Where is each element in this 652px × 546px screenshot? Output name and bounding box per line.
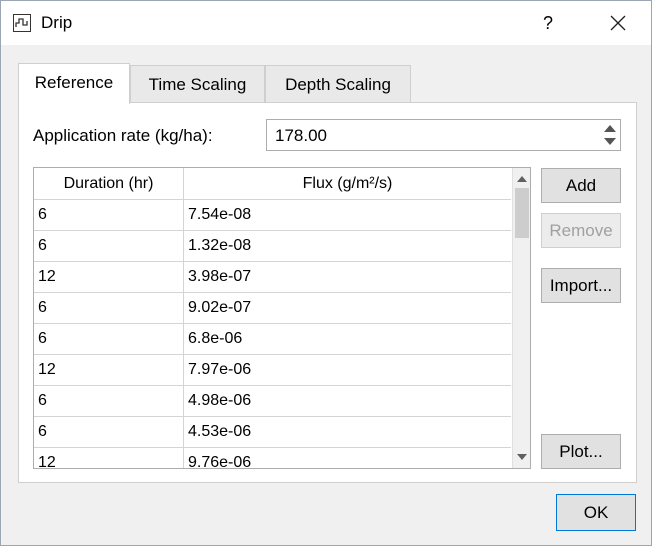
close-button[interactable] — [597, 1, 639, 45]
duration-cell[interactable]: 12 — [34, 355, 184, 385]
window-title: Drip — [41, 13, 73, 32]
plot-button[interactable]: Plot... — [541, 434, 621, 469]
chart-window-icon — [13, 14, 31, 32]
table-row[interactable]: 6 6.8e-06 — [34, 324, 511, 355]
flux-cell[interactable]: 9.76e-06 — [184, 448, 511, 468]
table-vertical-scrollbar[interactable] — [512, 168, 530, 468]
duration-cell[interactable]: 12 — [34, 262, 184, 292]
duration-cell[interactable]: 6 — [34, 200, 184, 230]
flux-cell[interactable]: 3.98e-07 — [184, 262, 511, 292]
import-button[interactable]: Import... — [541, 268, 621, 303]
tab-reference[interactable]: Reference — [18, 63, 130, 104]
table-body: 6 7.54e-08 6 1.32e-08 12 3.98e-07 6 9.02… — [34, 200, 511, 468]
duration-cell[interactable]: 12 — [34, 448, 184, 468]
remove-button[interactable]: Remove — [541, 213, 621, 248]
ok-button[interactable]: OK — [556, 494, 636, 531]
table-row[interactable]: 12 3.98e-07 — [34, 262, 511, 293]
duration-cell[interactable]: 6 — [34, 231, 184, 261]
flux-cell[interactable]: 6.8e-06 — [184, 324, 511, 354]
table-row[interactable]: 6 4.53e-06 — [34, 417, 511, 448]
flux-cell[interactable]: 7.54e-08 — [184, 200, 511, 230]
spin-down-icon[interactable] — [604, 138, 616, 145]
flux-cell[interactable]: 1.32e-08 — [184, 231, 511, 261]
table-row[interactable]: 12 9.76e-06 — [34, 448, 511, 468]
duration-cell[interactable]: 6 — [34, 324, 184, 354]
spin-up-icon[interactable] — [604, 125, 616, 132]
table-row[interactable]: 6 9.02e-07 — [34, 293, 511, 324]
table-row[interactable]: 6 4.98e-06 — [34, 386, 511, 417]
scroll-up-icon[interactable] — [517, 176, 527, 182]
duration-cell[interactable]: 6 — [34, 293, 184, 323]
flux-cell[interactable]: 7.97e-06 — [184, 355, 511, 385]
duration-cell[interactable]: 6 — [34, 386, 184, 416]
application-rate-spinbox[interactable]: 178.00 — [266, 119, 621, 151]
column-header-flux[interactable]: Flux (g/m²/s) — [184, 168, 511, 200]
flux-cell[interactable]: 4.53e-06 — [184, 417, 511, 447]
application-rate-value[interactable]: 178.00 — [275, 126, 327, 146]
scrollbar-thumb[interactable] — [515, 188, 529, 238]
application-rate-label: Application rate (kg/ha): — [33, 126, 213, 145]
scroll-down-icon[interactable] — [517, 454, 527, 460]
tab-time-scaling[interactable]: Time Scaling — [130, 65, 265, 103]
flux-cell[interactable]: 4.98e-06 — [184, 386, 511, 416]
column-header-duration[interactable]: Duration (hr) — [34, 168, 184, 200]
close-icon — [610, 15, 626, 31]
flux-table[interactable]: Duration (hr) Flux (g/m²/s) 6 7.54e-08 6… — [33, 167, 531, 469]
help-button[interactable]: ? — [531, 1, 565, 45]
table-row[interactable]: 12 7.97e-06 — [34, 355, 511, 386]
drip-dialog: Drip ? Reference Time Scaling Depth Scal… — [0, 0, 652, 546]
title-bar: Drip ? — [1, 1, 651, 45]
add-button[interactable]: Add — [541, 168, 621, 203]
table-header: Duration (hr) Flux (g/m²/s) — [34, 168, 511, 200]
table-row[interactable]: 6 1.32e-08 — [34, 231, 511, 262]
flux-cell[interactable]: 9.02e-07 — [184, 293, 511, 323]
table-row[interactable]: 6 7.54e-08 — [34, 200, 511, 231]
spin-buttons[interactable] — [600, 120, 620, 150]
tab-depth-scaling[interactable]: Depth Scaling — [265, 65, 411, 103]
duration-cell[interactable]: 6 — [34, 417, 184, 447]
